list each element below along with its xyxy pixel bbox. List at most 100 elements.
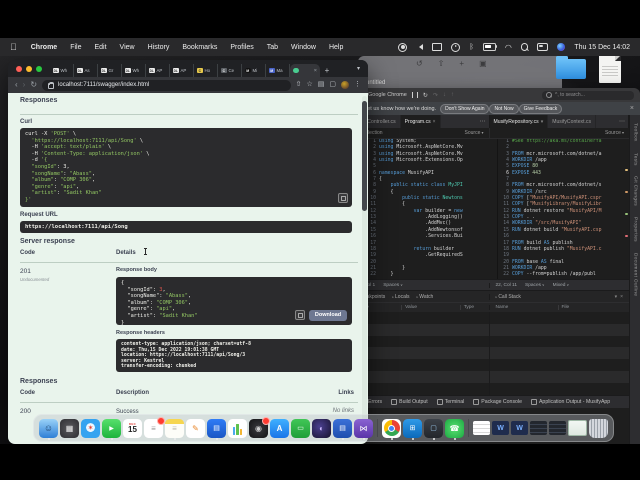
- status-item[interactable]: Spaces: [383, 283, 403, 288]
- menu-item-edit[interactable]: Edit: [94, 44, 106, 51]
- tab-overflow-icon[interactable]: ⋯: [616, 118, 628, 125]
- apple-menu-icon[interactable]: : [10, 42, 17, 52]
- run-target-label[interactable]: Google Chrome: [368, 92, 407, 98]
- bottom-bar-package-console[interactable]: Package Console: [473, 399, 522, 405]
- docker-dock-icon[interactable]: ⊞: [403, 418, 422, 441]
- tab-overflow-icon[interactable]: ⋯: [477, 118, 489, 125]
- keynote-dock-icon[interactable]: ▤: [207, 418, 226, 441]
- step-out-icon[interactable]: ↑: [451, 92, 454, 98]
- chrome-window[interactable]: DL Wh DL As DL Gr DL Wh DL AP DL AP C Ho C Ce M Mi M Ma × + …: [8, 60, 368, 444]
- menu-bar-clock[interactable]: Thu 15 Dec 14:02: [574, 44, 630, 51]
- browser-tab-6[interactable]: C Ho: [194, 64, 218, 77]
- column-header-name[interactable]: Name: [496, 305, 558, 310]
- menu-item-help[interactable]: Help: [329, 44, 343, 51]
- browser-tab-3[interactable]: DL Wh: [122, 64, 146, 77]
- chrome-dock-icon[interactable]: [382, 418, 401, 441]
- side-tab-toolbox[interactable]: Toolbox: [633, 123, 638, 142]
- menu-item-chrome[interactable]: Chrome: [31, 44, 57, 51]
- app-store-dock-icon[interactable]: A: [270, 418, 289, 438]
- restart-icon[interactable]: ↻: [423, 92, 428, 99]
- bookmark-star-icon[interactable]: ☆: [306, 81, 312, 89]
- whatsapp-dock-icon[interactable]: ☎: [445, 418, 464, 441]
- history-icon[interactable]: ↺: [416, 59, 423, 68]
- tab-watch[interactable]: Watch: [416, 294, 433, 300]
- side-tab-tests[interactable]: Tests: [633, 153, 638, 166]
- new-icon[interactable]: +: [459, 59, 464, 68]
- browser-tab-active[interactable]: ×: [290, 64, 320, 77]
- chevron-down-icon[interactable]: ▾: [541, 119, 544, 125]
- source-dropdown[interactable]: Source: [465, 130, 484, 136]
- reminders-dock-icon[interactable]: ≡: [144, 416, 165, 438]
- pages-dock-icon[interactable]: ✎: [186, 418, 205, 438]
- address-bar[interactable]: localhost:7111/swagger/index.html: [42, 79, 291, 91]
- control-center-icon[interactable]: [537, 43, 549, 51]
- facetime-dock-icon[interactable]: ▶: [102, 418, 121, 441]
- close-window-button[interactable]: [16, 65, 22, 72]
- vs-tab-musifyrepository-cs[interactable]: MusifyRepository.cs ▾: [489, 115, 549, 128]
- column-header-type[interactable]: Type: [459, 305, 483, 310]
- vs-tab-musifycontext-cs[interactable]: MusifyContext.cs: [548, 115, 596, 128]
- forward-icon[interactable]: ›: [23, 81, 26, 89]
- siri-icon[interactable]: [557, 43, 566, 51]
- status-item[interactable]: 22, Col 11: [496, 283, 518, 288]
- finder-dock-icon[interactable]: ☺: [39, 418, 58, 441]
- close-icon[interactable]: ×: [433, 119, 436, 125]
- csharp-editor[interactable]: 1 using System; 2 using Microsoft.AspNetCor…: [350, 139, 498, 279]
- browser-tab-7[interactable]: C Ce: [218, 64, 242, 77]
- scrollbar-thumb[interactable]: [362, 101, 367, 211]
- zoom-window-button[interactable]: [36, 65, 42, 72]
- don-t-show-again-button[interactable]: Don't Show Again: [440, 103, 490, 114]
- find-my-dock-icon[interactable]: ◉: [249, 416, 270, 438]
- vs-search-input[interactable]: ^, to search...: [542, 90, 634, 100]
- menu-item-view[interactable]: View: [120, 44, 135, 51]
- lock-icon[interactable]: [48, 81, 55, 89]
- browser-tab-0[interactable]: DL Wh: [50, 64, 74, 77]
- bottom-bar-terminal[interactable]: Terminal: [437, 399, 465, 405]
- step-over-icon[interactable]: ↷: [433, 92, 438, 99]
- minimized-word-window-dock-icon[interactable]: W: [492, 421, 509, 435]
- column-header-value[interactable]: Value: [401, 305, 460, 310]
- back-icon[interactable]: ‹: [15, 81, 18, 89]
- panel-controls[interactable]: ▾ ×: [615, 294, 623, 300]
- minimized-sheet-window-dock-icon[interactable]: [568, 420, 587, 436]
- browser-tab-2[interactable]: DL Gr: [98, 64, 122, 77]
- bluetooth-icon[interactable]: ᛒ: [469, 43, 474, 51]
- menu-kebab-icon[interactable]: ⋮: [354, 81, 361, 89]
- background-window[interactable]: ↺ ⇧ + ▣ untitled: [358, 56, 562, 88]
- tab-call-stack[interactable]: Call Stack: [496, 294, 521, 300]
- anydesk-dock-icon[interactable]: ▭: [291, 418, 310, 438]
- status-item[interactable]: Mixed: [553, 283, 569, 288]
- menu-item-profiles[interactable]: Profiles: [230, 44, 253, 51]
- menu-item-tab[interactable]: Tab: [267, 44, 278, 51]
- side-tab-properties[interactable]: Properties: [633, 217, 638, 242]
- tab-close-icon[interactable]: ×: [314, 68, 317, 74]
- share-icon[interactable]: ⇧: [438, 59, 445, 68]
- pause-icon[interactable]: [411, 92, 418, 98]
- give-feedback-button[interactable]: Give Feedback: [518, 103, 563, 114]
- minimized-document-dock-icon[interactable]: [473, 421, 490, 435]
- dockerfile-editor[interactable]: 1 #See https://aka.ms/containerfa 2 3 FROM …: [498, 139, 629, 279]
- browser-tab-5[interactable]: DL AP: [170, 64, 194, 77]
- reload-icon[interactable]: ↻: [30, 81, 37, 89]
- browser-tab-4[interactable]: DL AP: [146, 64, 170, 77]
- menu-item-file[interactable]: File: [70, 44, 81, 51]
- minimized-word-window-2-dock-icon[interactable]: W: [511, 421, 528, 435]
- close-icon[interactable]: ×: [630, 105, 634, 112]
- volume-icon[interactable]: [416, 44, 424, 50]
- minimized-code-window-dock-icon[interactable]: [530, 421, 547, 435]
- blue-folder-icon[interactable]: [556, 56, 586, 79]
- side-tab-document-outline[interactable]: Document Outline: [633, 253, 638, 296]
- tabs-icon[interactable]: ▣: [479, 59, 487, 68]
- vs-tab-program-cs[interactable]: Program.cs ×: [400, 115, 441, 128]
- step-into-icon[interactable]: ↓: [443, 92, 446, 98]
- wifi-icon[interactable]: ◠: [505, 43, 512, 51]
- safari-dock-icon[interactable]: ✶: [81, 418, 100, 438]
- play-icon[interactable]: [451, 42, 461, 52]
- menu-item-bookmarks[interactable]: Bookmarks: [182, 44, 217, 51]
- reading-list-icon[interactable]: ▤: [318, 81, 325, 89]
- browser-tab-9[interactable]: M Ma: [266, 64, 290, 77]
- tab-locals[interactable]: Locals: [392, 294, 409, 300]
- numbers-dock-icon[interactable]: [228, 418, 247, 438]
- bottom-bar-application-output-musifyapp[interactable]: Application Output - MusifyApp: [531, 399, 610, 405]
- browser-tab-8[interactable]: M Mi: [242, 64, 266, 77]
